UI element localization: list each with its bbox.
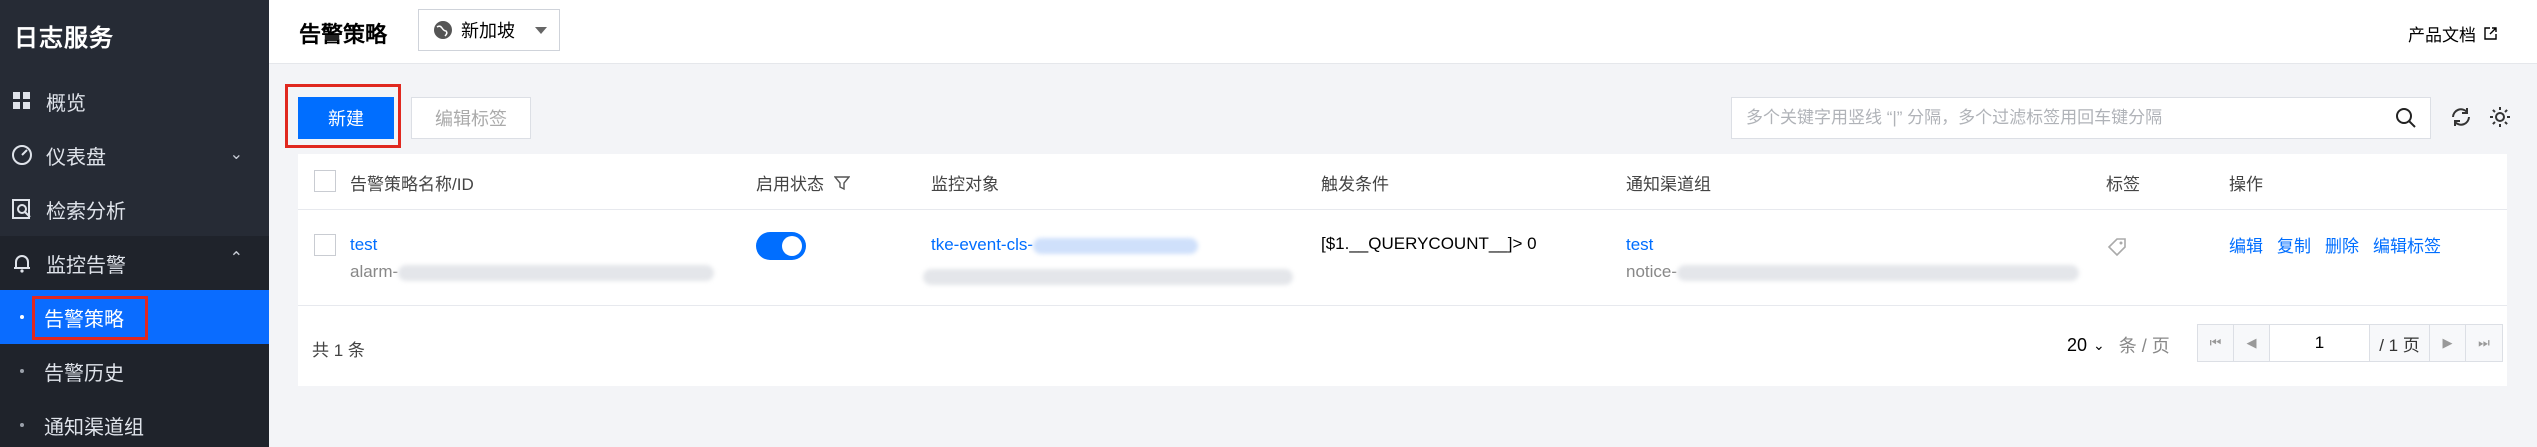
sidebar-subitem-label: 告警历史 xyxy=(44,362,124,385)
bullet-icon xyxy=(20,369,24,373)
bullet-icon xyxy=(20,423,24,427)
sidebar-subitem-label: 通知渠道组 xyxy=(44,416,144,439)
caret-down-icon xyxy=(535,27,547,34)
redacted-text xyxy=(1033,237,1199,254)
globe-icon xyxy=(434,21,452,39)
edit-action[interactable]: 编辑 xyxy=(2229,232,2263,257)
column-header-status-label: 启用状态 xyxy=(756,175,824,194)
redacted-text xyxy=(1677,264,2080,281)
region-select[interactable]: 新加坡 xyxy=(418,9,560,51)
product-docs-label: 产品文档 xyxy=(2408,26,2476,45)
brand-title: 日志服务 xyxy=(14,25,114,52)
column-header-status: 启用状态 xyxy=(756,170,850,195)
search-doc-icon xyxy=(11,198,33,220)
external-link-icon xyxy=(2484,27,2497,40)
grid-icon xyxy=(11,90,33,112)
alarm-policy-table: 告警策略名称/ID 启用状态 监控对象 触发条件 通知渠道组 标签 操作 tes… xyxy=(298,154,2507,386)
sidebar-subitem-alarm-history[interactable]: 告警历史 xyxy=(0,344,269,398)
chevron-down-icon: ⌄ xyxy=(229,146,243,163)
monitor-object-prefix: tke-event-cls- xyxy=(931,235,1034,254)
table-row: test alarm- tke-event-cls- [$1.__QUERYCO… xyxy=(298,210,2507,306)
region-label: 新加坡 xyxy=(461,21,515,41)
sidebar-item-overview[interactable]: 概览 xyxy=(0,74,269,128)
edit-tags-action[interactable]: 编辑标签 xyxy=(2373,232,2441,257)
top-bar: 告警策略 新加坡 产品文档 xyxy=(269,0,2537,64)
next-page-icon[interactable]: ▶ xyxy=(2430,325,2466,361)
page-number-input[interactable] xyxy=(2270,325,2370,361)
product-docs-link[interactable]: 产品文档 xyxy=(2408,21,2497,46)
page-size-value: 20 xyxy=(2067,334,2088,355)
first-page-icon[interactable]: ⏮ xyxy=(2198,325,2234,361)
column-header-name: 告警策略名称/ID xyxy=(350,175,474,194)
table-header: 告警策略名称/ID 启用状态 监控对象 触发条件 通知渠道组 标签 操作 xyxy=(298,154,2507,210)
total-pages: / 1 页 xyxy=(2370,325,2430,361)
column-header-actions: 操作 xyxy=(2229,175,2263,194)
monitor-object-sub xyxy=(923,266,1293,286)
page-title: 告警策略 xyxy=(299,22,388,47)
last-page-icon[interactable]: ⏭ xyxy=(2466,325,2502,361)
search-box xyxy=(1731,97,2431,139)
bell-icon xyxy=(11,252,33,274)
column-header-trigger: 触发条件 xyxy=(1321,175,1389,194)
pagination: ⏮ ◀ / 1 页 ▶ ⏭ xyxy=(2197,324,2503,362)
redacted-text xyxy=(398,264,715,281)
redacted-text xyxy=(923,268,1293,285)
highlight-box xyxy=(285,84,401,148)
sidebar-item-monitoring-alarm[interactable]: 监控告警 ⌃ xyxy=(0,236,269,290)
chevron-up-icon: ⌃ xyxy=(229,250,243,267)
enable-toggle[interactable] xyxy=(756,232,806,260)
policy-id-prefix: alarm- xyxy=(350,262,399,281)
policy-id: alarm- xyxy=(350,262,715,282)
notice-group-link[interactable]: test xyxy=(1626,235,1653,255)
highlight-box xyxy=(32,296,148,340)
row-checkbox[interactable] xyxy=(314,234,336,256)
sidebar-subitem-notice-group[interactable]: 通知渠道组 xyxy=(0,398,269,447)
search-icon[interactable] xyxy=(2394,106,2418,130)
sidebar-item-label: 仪表盘 xyxy=(46,146,106,169)
sidebar-item-search-analysis[interactable]: 检索分析 xyxy=(0,182,269,236)
tag-icon[interactable] xyxy=(2106,236,2128,258)
select-all-checkbox[interactable] xyxy=(314,170,336,192)
sidebar: 日志服务 概览 仪表盘 ⌄ 检索分析 监控告警 ⌃ 告警策略 告警历史 通知渠道… xyxy=(0,0,269,447)
prev-page-icon[interactable]: ◀ xyxy=(2234,325,2270,361)
row-actions: 编辑 复制 删除 编辑标签 xyxy=(2229,232,2441,257)
toggle-knob xyxy=(782,236,802,256)
sidebar-item-dashboard[interactable]: 仪表盘 ⌄ xyxy=(0,128,269,182)
sidebar-item-label: 检索分析 xyxy=(46,200,126,223)
search-input[interactable] xyxy=(1732,99,2394,137)
edit-tags-button[interactable]: 编辑标签 xyxy=(411,97,531,139)
notice-group-id: notice- xyxy=(1626,262,2080,282)
filter-icon[interactable] xyxy=(834,175,850,191)
trigger-condition: [$1.__QUERYCOUNT__]> 0 xyxy=(1321,234,1537,253)
sidebar-item-label: 监控告警 xyxy=(46,254,126,277)
monitor-object-link[interactable]: tke-event-cls- xyxy=(931,235,1199,255)
column-header-monitor-object: 监控对象 xyxy=(931,175,999,194)
table-footer: 共 1 条 20 ⌄ 条 / 页 ⏮ ◀ / 1 页 ▶ ⏭ xyxy=(298,306,2507,386)
dashboard-icon xyxy=(11,144,33,166)
copy-action[interactable]: 复制 xyxy=(2277,232,2311,257)
delete-action[interactable]: 删除 xyxy=(2325,232,2359,257)
sidebar-item-label: 概览 xyxy=(46,92,86,115)
refresh-icon[interactable] xyxy=(2449,105,2473,129)
notice-id-prefix: notice- xyxy=(1626,262,1678,281)
chevron-down-icon: ⌄ xyxy=(2093,336,2105,353)
total-count: 共 1 条 xyxy=(312,341,365,360)
page-size-unit: 条 / 页 xyxy=(2118,336,2170,356)
policy-name-link[interactable]: test xyxy=(350,235,377,255)
page-size-select[interactable]: 20 ⌄ 条 / 页 xyxy=(2067,332,2170,358)
column-header-tags: 标签 xyxy=(2106,175,2140,194)
bullet-icon xyxy=(20,315,24,319)
column-header-notice-group: 通知渠道组 xyxy=(1626,175,1711,194)
gear-icon[interactable] xyxy=(2488,105,2512,129)
